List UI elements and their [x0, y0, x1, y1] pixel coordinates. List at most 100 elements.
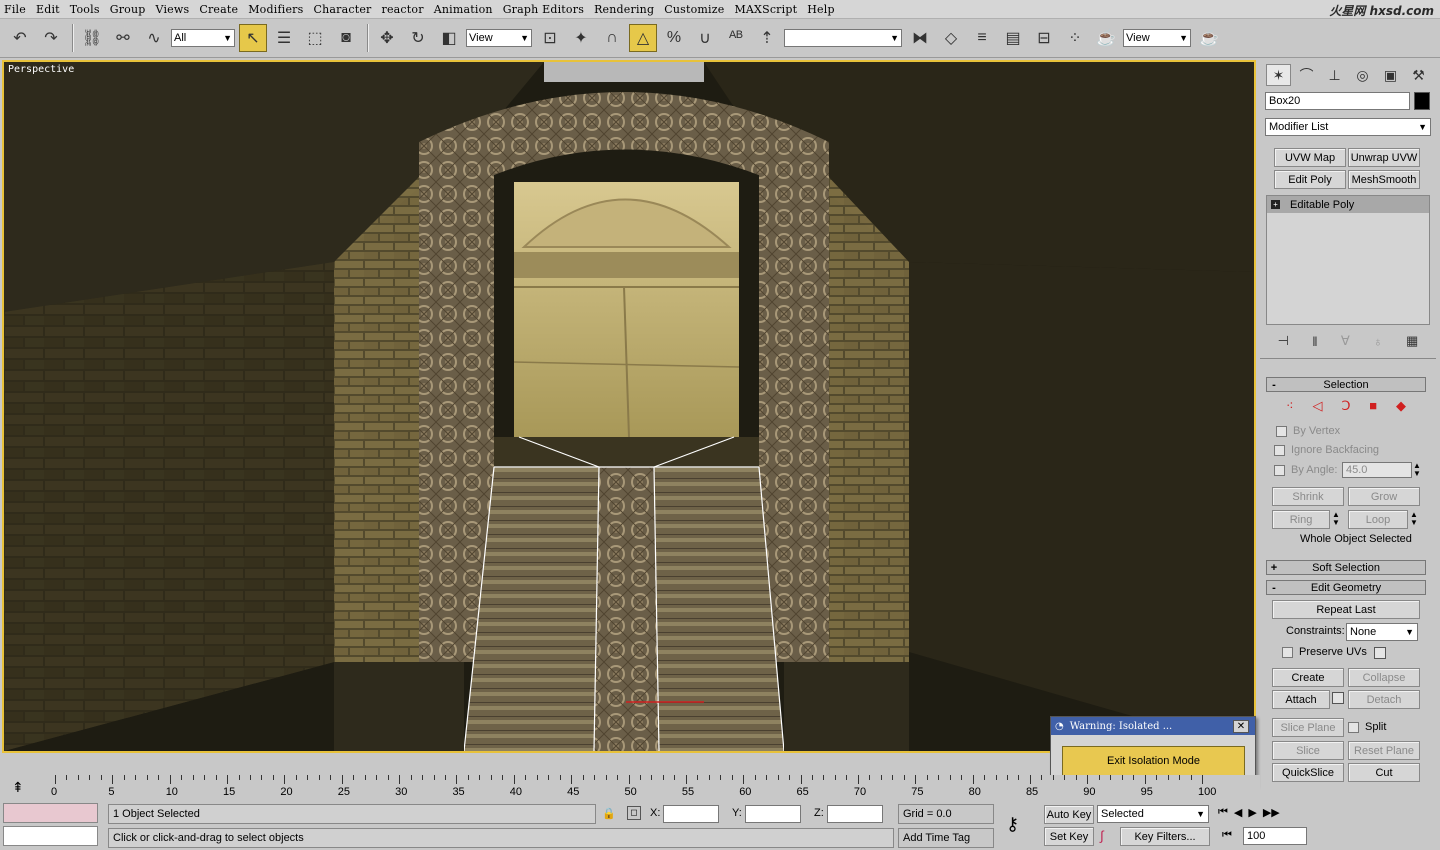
key-icon[interactable]: ⚷: [1006, 814, 1019, 835]
edit-poly-button[interactable]: Edit Poly: [1274, 170, 1346, 189]
menu-help[interactable]: Help: [807, 3, 834, 16]
menu-customize[interactable]: Customize: [664, 3, 724, 16]
schematic-view-icon[interactable]: ⊟: [1030, 24, 1058, 52]
previous-frame-icon[interactable]: ◀: [1234, 806, 1242, 819]
utilities-tab-icon[interactable]: ⚒: [1406, 64, 1431, 86]
show-end-result-icon[interactable]: ǁ: [1312, 334, 1317, 349]
pivot-center-icon[interactable]: ⊡: [536, 24, 564, 52]
curve-editor-toggle-icon[interactable]: ⇞: [12, 779, 24, 796]
window-crossing-icon[interactable]: ◙: [332, 24, 360, 52]
go-to-start-icon[interactable]: ⏮: [1218, 806, 1228, 819]
loop-spinner-icon[interactable]: ▲ ▼: [1410, 511, 1418, 527]
close-icon[interactable]: ✕: [1233, 719, 1249, 733]
make-unique-icon[interactable]: ∀: [1341, 333, 1350, 349]
current-frame-field[interactable]: 100: [1243, 827, 1307, 845]
layer-manager-icon[interactable]: ≡: [968, 24, 996, 52]
preserve-uvs-settings-icon[interactable]: [1374, 647, 1386, 659]
unwrap-uvw-button[interactable]: Unwrap UVW: [1348, 148, 1420, 167]
menu-rendering[interactable]: Rendering: [594, 3, 654, 16]
menu-graph-editors[interactable]: Graph Editors: [503, 3, 584, 16]
modifier-list-dropdown[interactable]: Modifier List ▼: [1265, 118, 1431, 136]
repeat-last-button[interactable]: Repeat Last: [1272, 600, 1420, 619]
menu-edit[interactable]: Edit: [36, 3, 60, 16]
menu-file[interactable]: File: [4, 3, 26, 16]
perspective-viewport[interactable]: Perspective: [2, 60, 1256, 753]
quick-render-icon[interactable]: ☕: [1195, 24, 1223, 52]
viewport-label[interactable]: Perspective: [8, 64, 74, 75]
key-filters-button[interactable]: Key Filters...: [1120, 827, 1210, 846]
shrink-button[interactable]: Shrink: [1272, 487, 1344, 506]
rectangular-selection-icon[interactable]: ⬚: [301, 24, 329, 52]
modify-tab-icon[interactable]: ⌒: [1294, 64, 1319, 86]
by-angle-checkbox[interactable]: By Angle:: [1274, 464, 1337, 476]
rotate-icon[interactable]: ↻: [404, 24, 432, 52]
percent-snap-icon[interactable]: %: [660, 24, 688, 52]
ring-spinner-icon[interactable]: ▲ ▼: [1332, 511, 1340, 527]
angle-spinner-icon[interactable]: ▲ ▼: [1413, 462, 1421, 478]
stack-item-editable-poly[interactable]: + Editable Poly: [1267, 196, 1429, 213]
soft-selection-rollout[interactable]: + Soft Selection: [1266, 560, 1426, 575]
create-tab-icon[interactable]: ✶: [1266, 64, 1292, 86]
pin-stack-icon[interactable]: ⊣: [1278, 333, 1289, 349]
auto-key-button[interactable]: Auto Key: [1044, 805, 1094, 824]
menu-views[interactable]: Views: [156, 3, 190, 16]
y-coordinate-field[interactable]: [745, 805, 801, 823]
reset-plane-button[interactable]: Reset Plane: [1348, 741, 1420, 760]
motion-tab-icon[interactable]: ◎: [1350, 64, 1375, 86]
remove-modifier-icon[interactable]: ♁: [1373, 334, 1383, 349]
polygon-icon[interactable]: ■: [1369, 398, 1377, 414]
maxscript-listener-white[interactable]: [3, 826, 98, 846]
edge-icon[interactable]: ◁: [1312, 398, 1322, 414]
by-vertex-checkbox[interactable]: By Vertex: [1276, 425, 1340, 437]
bind-space-warp-icon[interactable]: ∿: [140, 24, 168, 52]
selection-rollout[interactable]: - Selection: [1266, 377, 1426, 392]
create-button[interactable]: Create: [1272, 668, 1344, 687]
key-tangent-icon[interactable]: ∫: [1100, 828, 1104, 843]
quickslice-button[interactable]: QuickSlice: [1272, 763, 1344, 782]
angle-value-field[interactable]: 45.0: [1342, 462, 1412, 478]
reference-coordinate-dropdown[interactable]: View ▼: [466, 29, 532, 47]
menu-modifiers[interactable]: Modifiers: [248, 3, 303, 16]
cut-button[interactable]: Cut: [1348, 763, 1420, 782]
menu-tools[interactable]: Tools: [70, 3, 100, 16]
attach-button[interactable]: Attach: [1272, 690, 1330, 709]
selection-filter-dropdown[interactable]: All ▼: [171, 29, 235, 47]
ring-button[interactable]: Ring: [1272, 510, 1330, 529]
hierarchy-tab-icon[interactable]: ⊥: [1322, 64, 1347, 86]
menu-maxscript[interactable]: MAXScript: [734, 3, 797, 16]
menu-reactor[interactable]: reactor: [382, 3, 424, 16]
align-icon[interactable]: ◇: [937, 24, 965, 52]
timeline-ruler[interactable]: ⇞ 0 5 10 15 20 25 30 35 40 45 50 55 60 65 70 75 80 85 90 95…: [0, 775, 1260, 801]
configure-modifier-sets-icon[interactable]: ▦: [1406, 333, 1418, 349]
exit-isolation-mode-button[interactable]: Exit Isolation Mode: [1062, 746, 1245, 776]
edit-geometry-rollout[interactable]: - Edit Geometry: [1266, 580, 1426, 595]
named-selection-sets-icon[interactable]: ⇡: [753, 24, 781, 52]
edit-named-selection-icon[interactable]: ᴬᴮ: [722, 24, 750, 52]
set-key-button[interactable]: Set Key: [1044, 827, 1094, 846]
spinner-snap-icon[interactable]: ∪: [691, 24, 719, 52]
render-view-dropdown[interactable]: View ▼: [1123, 29, 1191, 47]
grow-button[interactable]: Grow: [1348, 487, 1420, 506]
collapse-button[interactable]: Collapse: [1348, 668, 1420, 687]
select-and-link-icon[interactable]: ⛓: [78, 24, 106, 52]
constraints-dropdown[interactable]: None ▼: [1346, 623, 1418, 641]
named-selection-dropdown[interactable]: ▼: [784, 29, 902, 47]
vertex-icon[interactable]: ⁖: [1286, 398, 1294, 414]
absolute-mode-icon[interactable]: ◻: [627, 806, 641, 820]
maxscript-listener-pink[interactable]: [3, 803, 98, 823]
menu-group[interactable]: Group: [110, 3, 146, 16]
select-by-name-icon[interactable]: ☰: [270, 24, 298, 52]
add-time-tag[interactable]: Add Time Tag: [898, 828, 994, 848]
element-icon[interactable]: ◆: [1396, 398, 1406, 414]
scale-icon[interactable]: ◧: [435, 24, 463, 52]
curve-editor-icon[interactable]: ▤: [999, 24, 1027, 52]
slice-plane-button[interactable]: Slice Plane: [1272, 718, 1344, 737]
expand-icon[interactable]: +: [1271, 200, 1280, 209]
detach-button[interactable]: Detach: [1348, 690, 1420, 709]
object-color-swatch[interactable]: [1414, 92, 1430, 110]
move-icon[interactable]: ✥: [373, 24, 401, 52]
menu-animation[interactable]: Animation: [434, 3, 493, 16]
object-name-field[interactable]: Box20: [1265, 92, 1410, 110]
slice-button[interactable]: Slice: [1272, 741, 1344, 760]
ignore-backfacing-checkbox[interactable]: Ignore Backfacing: [1274, 444, 1379, 456]
